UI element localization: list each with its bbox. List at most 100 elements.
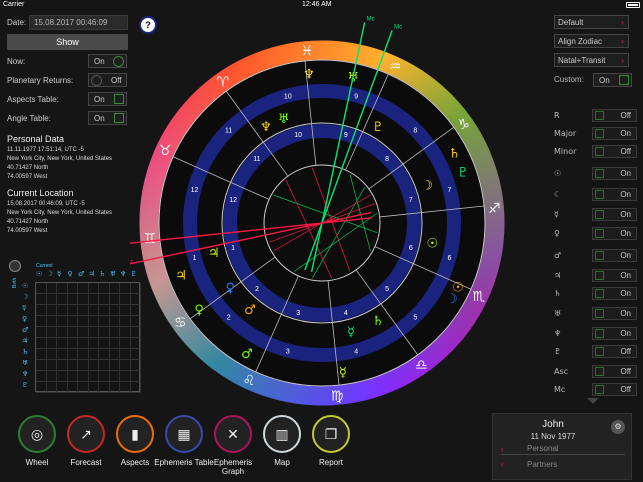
grid-cell[interactable] <box>46 294 57 305</box>
grid-cell[interactable] <box>120 382 131 393</box>
grid-cell[interactable] <box>99 371 110 382</box>
grid-cell[interactable] <box>67 294 78 305</box>
natal-planet-glyph[interactable]: ♂ <box>244 303 256 318</box>
personal-link[interactable]: Personal <box>527 444 559 453</box>
option-toggle[interactable]: On <box>592 167 637 180</box>
grid-cell[interactable] <box>36 294 47 305</box>
grid-cell[interactable] <box>88 283 99 294</box>
grid-cell[interactable] <box>36 283 47 294</box>
grid-cell[interactable] <box>36 327 47 338</box>
grid-cell[interactable] <box>99 360 110 371</box>
transit-planet-glyph[interactable]: ☿ <box>339 366 347 381</box>
nav-ephemeris-graph-button[interactable]: ✕ <box>214 415 252 453</box>
option-toggle[interactable]: On <box>592 269 637 282</box>
view-mode-dropdown[interactable]: Default › <box>554 15 629 29</box>
grid-cell[interactable] <box>109 294 120 305</box>
grid-cell[interactable] <box>109 327 120 338</box>
grid-cell[interactable] <box>88 327 99 338</box>
grid-cell[interactable] <box>78 349 89 360</box>
planetary-returns-toggle[interactable]: Off <box>88 73 127 87</box>
natal-planet-glyph[interactable]: ♃ <box>208 246 220 261</box>
grid-settings-icon[interactable] <box>9 260 21 272</box>
nav-ephemeris-table-button[interactable]: ▦ <box>165 415 203 453</box>
option-toggle[interactable]: On <box>592 227 637 240</box>
grid-cell[interactable] <box>78 283 89 294</box>
natal-planet-glyph[interactable]: ♆ <box>260 120 272 135</box>
grid-cell[interactable] <box>46 360 57 371</box>
grid-cell[interactable] <box>46 338 57 349</box>
option-toggle[interactable]: On <box>592 327 637 340</box>
aspects-table-toggle[interactable]: On <box>88 92 127 106</box>
grid-cell[interactable] <box>57 305 68 316</box>
grid-cell[interactable] <box>109 338 120 349</box>
grid-cell[interactable] <box>120 283 131 294</box>
option-toggle[interactable]: On <box>592 307 637 320</box>
option-toggle[interactable]: Off <box>592 345 637 358</box>
grid-cell[interactable] <box>67 349 78 360</box>
grid-cell[interactable] <box>120 371 131 382</box>
nav-report-button[interactable]: ❐ <box>312 415 350 453</box>
grid-cell[interactable] <box>67 283 78 294</box>
grid-cell[interactable] <box>46 371 57 382</box>
grid-cell[interactable] <box>120 338 131 349</box>
transit-planet-glyph[interactable]: ♃ <box>175 268 187 283</box>
natal-planet-glyph[interactable]: ☉ <box>426 236 438 251</box>
option-toggle[interactable]: Off <box>592 145 637 158</box>
grid-cell[interactable] <box>120 316 131 327</box>
grid-cell[interactable] <box>57 360 68 371</box>
transit-planet-glyph[interactable]: ♆ <box>303 68 315 83</box>
natal-planet-glyph[interactable]: ♀ <box>225 281 235 296</box>
grid-cell[interactable] <box>46 349 57 360</box>
grid-cell[interactable] <box>67 382 78 393</box>
grid-cell[interactable] <box>57 316 68 327</box>
grid-cell[interactable] <box>88 382 99 393</box>
natal-planet-glyph[interactable]: ☽ <box>421 179 433 194</box>
nav-forecast-button[interactable]: ↗ <box>67 415 105 453</box>
grid-cell[interactable] <box>36 349 47 360</box>
transit-planet-glyph[interactable]: ♄ <box>449 147 461 162</box>
grid-cell[interactable] <box>88 371 99 382</box>
date-field[interactable]: 15.08.2017 00:46:09 <box>29 15 128 30</box>
grid-cell[interactable] <box>78 371 89 382</box>
transit-planet-glyph[interactable]: ♇ <box>457 166 469 181</box>
grid-cell[interactable] <box>57 338 68 349</box>
option-toggle[interactable]: On <box>592 127 637 140</box>
natal-planet-glyph[interactable]: ♇ <box>372 120 384 135</box>
grid-cell[interactable] <box>57 294 68 305</box>
grid-cell[interactable] <box>120 327 131 338</box>
grid-cell[interactable] <box>46 283 57 294</box>
grid-cell[interactable] <box>99 294 110 305</box>
nav-map-button[interactable]: ▥ <box>263 415 301 453</box>
option-toggle[interactable]: Off <box>592 365 637 378</box>
grid-cell[interactable] <box>88 349 99 360</box>
option-toggle[interactable]: On <box>592 287 637 300</box>
grid-cell[interactable] <box>78 316 89 327</box>
grid-cell[interactable] <box>78 294 89 305</box>
partners-link[interactable]: Partners <box>527 460 557 469</box>
grid-cell[interactable] <box>36 338 47 349</box>
collapse-icon[interactable] <box>587 398 599 404</box>
grid-cell[interactable] <box>88 305 99 316</box>
grid-cell[interactable] <box>36 382 47 393</box>
grid-cell[interactable] <box>99 338 110 349</box>
angle-table-toggle[interactable]: On <box>88 111 127 125</box>
transit-planet-glyph[interactable]: ☉ <box>452 280 464 295</box>
option-toggle[interactable]: On <box>592 249 637 262</box>
transit-planet-glyph[interactable]: ♀ <box>194 303 204 318</box>
option-toggle[interactable]: Off <box>592 109 637 122</box>
grid-cell[interactable] <box>36 305 47 316</box>
grid-cell[interactable] <box>67 360 78 371</box>
option-toggle[interactable]: On <box>592 208 637 221</box>
grid-cell[interactable] <box>99 316 110 327</box>
grid-cell[interactable] <box>109 316 120 327</box>
natal-planet-glyph[interactable]: ☿ <box>347 325 355 340</box>
grid-cell[interactable] <box>57 371 68 382</box>
grid-cell[interactable] <box>99 283 110 294</box>
profile-settings-gear-icon[interactable]: ⚙ <box>611 420 625 434</box>
grid-cell[interactable] <box>109 283 120 294</box>
grid-cell[interactable] <box>109 360 120 371</box>
grid-cell[interactable] <box>120 305 131 316</box>
grid-cell[interactable] <box>67 327 78 338</box>
grid-cell[interactable] <box>120 349 131 360</box>
grid-cell[interactable] <box>88 360 99 371</box>
